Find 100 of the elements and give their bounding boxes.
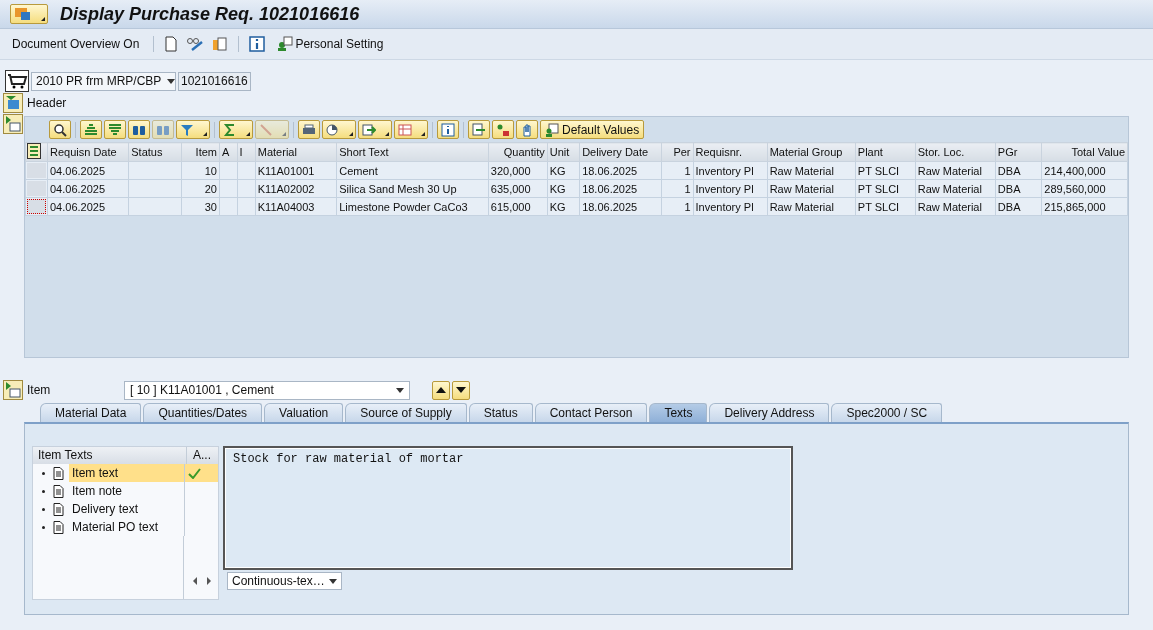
column-header[interactable]: Quantity	[488, 142, 548, 162]
table-cell: 18.06.2025	[582, 200, 638, 213]
column-header[interactable]: PGr	[995, 142, 1042, 162]
text-editor[interactable]: Stock for raw material of mortar	[223, 446, 793, 570]
default-values-button[interactable]: Default Values	[540, 120, 645, 139]
tab[interactable]: Material Data	[40, 403, 142, 422]
scroll-right-icon[interactable]	[205, 576, 213, 586]
table-cell: K11A01001	[257, 164, 315, 177]
column-header[interactable]: Requisn Date	[47, 142, 129, 162]
table-cell: DBA	[997, 182, 1021, 195]
info-icon	[441, 122, 455, 137]
folder-icon[interactable]	[212, 36, 229, 52]
glasses-pencil-icon[interactable]	[186, 36, 205, 52]
expand-header-icon[interactable]	[3, 93, 23, 113]
table-cell: PT SLCI	[857, 182, 900, 195]
text-format-dropdown[interactable]: Continuous-tex…	[227, 572, 342, 590]
funnel-button[interactable]	[176, 120, 210, 139]
column-header[interactable]: Stor. Loc.	[915, 142, 996, 162]
table-cell: PT SLCI	[857, 200, 900, 213]
table-cell: 289,560,000	[1044, 182, 1106, 195]
table-cell: Raw Material	[917, 164, 982, 177]
align-icon	[84, 122, 98, 137]
previous-item-button[interactable]	[432, 380, 450, 400]
tab[interactable]: Contact Person	[534, 403, 648, 422]
table-cell: 1	[684, 182, 691, 195]
table-cell: DBA	[997, 164, 1021, 177]
table-cell: Inventory Pl	[695, 164, 754, 177]
window-title: Display Purchase Req. 1021016616	[60, 3, 360, 25]
window-menu-icon	[14, 7, 32, 21]
table-cell: 215,865,000	[1044, 200, 1106, 213]
document-icon	[53, 466, 64, 480]
document-number-field[interactable]: 1021016616	[178, 71, 251, 91]
person-card-icon	[545, 122, 559, 137]
align-button[interactable]	[80, 120, 102, 139]
down-triangle-icon	[455, 386, 467, 394]
collapse-items-icon[interactable]	[3, 114, 23, 134]
layout-icon	[398, 122, 412, 137]
table-cell: 615,000	[490, 200, 531, 213]
expand-item-icon[interactable]	[3, 380, 23, 400]
sigma-button[interactable]	[219, 120, 253, 139]
tab[interactable]: Spec2000 / SC	[831, 403, 943, 422]
table-cell: Raw Material	[769, 182, 834, 195]
info-icon[interactable]	[249, 36, 266, 52]
column-header[interactable]: Requisnr.	[693, 142, 768, 162]
align2-icon	[108, 122, 122, 137]
document-overview-button[interactable]: Document Overview On	[8, 37, 144, 51]
table-cell: 214,400,000	[1044, 164, 1106, 177]
bullet-icon	[41, 471, 45, 475]
tab[interactable]: Texts	[649, 403, 708, 422]
table-cell: Inventory Pl	[695, 182, 754, 195]
document-icon[interactable]	[164, 36, 179, 52]
tab[interactable]: Quantities/Dates	[143, 403, 263, 422]
tab[interactable]: Source of Supply	[345, 403, 467, 422]
text-type-item[interactable]: Item note	[69, 482, 184, 500]
transfer-button[interactable]	[468, 120, 490, 139]
text-type-item[interactable]: Material PO text	[69, 518, 184, 536]
bullet-icon	[41, 489, 45, 493]
text-type-item[interactable]: Item text	[69, 464, 184, 482]
column-header[interactable]: Material	[255, 142, 337, 162]
text-type-item[interactable]: Delivery text	[69, 500, 184, 518]
tab[interactable]: Delivery Address	[709, 403, 830, 422]
document-type-dropdown[interactable]: 2010 PR frm MRP/CBP	[31, 71, 176, 91]
column-header[interactable]: Short Text	[336, 142, 489, 162]
item-dropdown[interactable]: [ 10 ] K11A01001 , Cement	[124, 380, 410, 400]
layout-button[interactable]	[394, 120, 428, 139]
bullet-icon	[41, 507, 45, 511]
status-column-header: A...	[192, 447, 211, 464]
select-all-icon[interactable]	[27, 143, 43, 159]
table-cell: Raw Material	[917, 182, 982, 195]
column-header[interactable]: Item	[181, 142, 220, 162]
column-header[interactable]: Plant	[855, 142, 916, 162]
system-menu-button[interactable]	[10, 4, 48, 24]
next-item-button[interactable]	[452, 380, 470, 400]
align2-button[interactable]	[104, 120, 126, 139]
info-button[interactable]	[437, 120, 459, 139]
cart-icon[interactable]	[5, 70, 29, 92]
column-header[interactable]: Total Value	[1041, 142, 1128, 162]
column-header[interactable]: Delivery Date	[579, 142, 662, 162]
person-card-icon	[277, 36, 294, 52]
table-cell: 30	[204, 200, 217, 213]
magnifier-icon	[53, 122, 67, 137]
printer-button[interactable]	[298, 120, 320, 139]
scroll-left-icon[interactable]	[191, 576, 199, 586]
personal-setting-button[interactable]: Personal Setting	[273, 36, 388, 52]
column-header[interactable]: Material Group	[767, 142, 856, 162]
table-cell: K11A04003	[257, 200, 315, 213]
tab[interactable]: Status	[468, 403, 533, 422]
row-selector[interactable]	[27, 199, 46, 214]
table-cell: K11A02002	[257, 182, 315, 195]
printer-icon	[302, 122, 316, 137]
magnifier-button[interactable]	[49, 120, 71, 139]
table-cell: Inventory Pl	[695, 200, 754, 213]
funnel-icon	[180, 122, 194, 137]
tab[interactable]: Valuation	[264, 403, 344, 422]
export-button[interactable]	[358, 120, 392, 139]
column-header[interactable]: Status	[128, 142, 182, 162]
table-cell: Raw Material	[769, 200, 834, 213]
column-header[interactable]: Per	[661, 142, 693, 162]
table-cell: 1	[684, 200, 691, 213]
column-header[interactable]: Unit	[547, 142, 580, 162]
